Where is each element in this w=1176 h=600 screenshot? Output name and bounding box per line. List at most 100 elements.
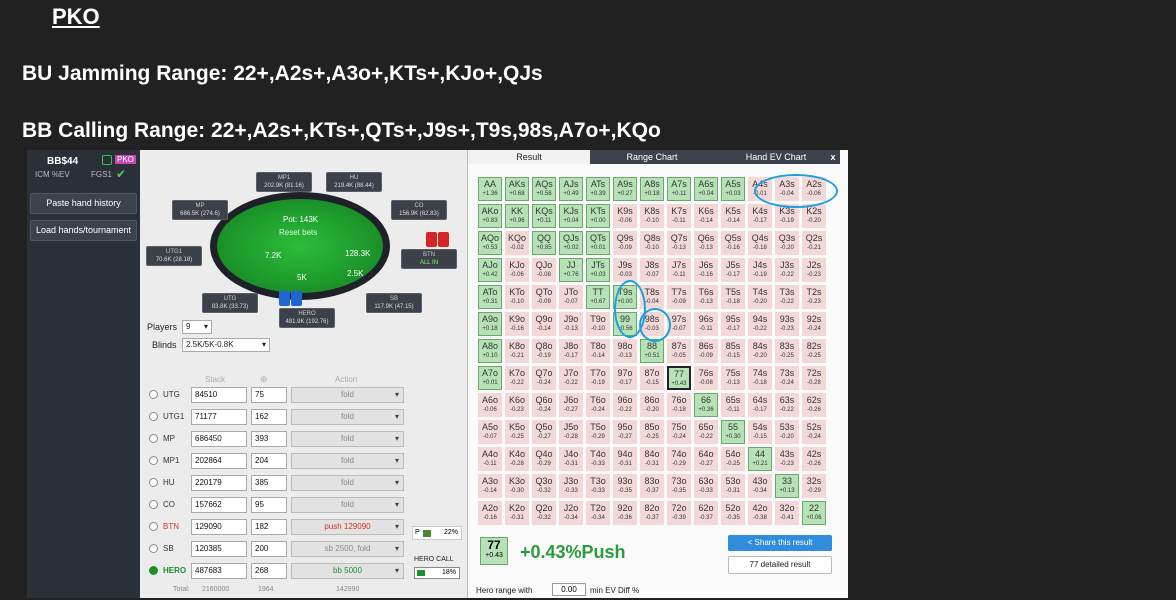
hand-cell[interactable]: A4o -0.11 bbox=[478, 447, 502, 471]
hand-cell[interactable]: 72s -0.28 bbox=[802, 366, 826, 390]
hand-cell[interactable]: 87s -0.05 bbox=[667, 339, 691, 363]
hand-cell[interactable]: AJs +0.49 bbox=[559, 177, 583, 201]
hand-cell[interactable]: AJo +0.42 bbox=[478, 258, 502, 282]
seat-utg[interactable]: UTG 83.8K (33.73) bbox=[202, 293, 258, 313]
hand-cell[interactable]: T4o -0.33 bbox=[586, 447, 610, 471]
hand-cell[interactable]: JTs +0.03 bbox=[586, 258, 610, 282]
hand-cell[interactable]: 93o -0.35 bbox=[613, 474, 637, 498]
hand-cell[interactable]: A5s +0.03 bbox=[721, 177, 745, 201]
hand-cell[interactable]: 53o -0.31 bbox=[721, 474, 745, 498]
hand-cell[interactable]: 53s -0.20 bbox=[775, 420, 799, 444]
position-radio[interactable] bbox=[149, 478, 158, 487]
hand-cell[interactable]: Q5s -0.16 bbox=[721, 231, 745, 255]
hand-cell[interactable]: 42s -0.26 bbox=[802, 447, 826, 471]
hand-cell[interactable]: J2o -0.34 bbox=[559, 501, 583, 525]
hand-cell[interactable]: 62o -0.37 bbox=[694, 501, 718, 525]
hand-cell[interactable]: K9o -0.16 bbox=[505, 312, 529, 336]
hand-cell[interactable]: JJ +0.76 bbox=[559, 258, 583, 282]
hand-cell[interactable]: K7s -0.11 bbox=[667, 204, 691, 228]
hand-cell[interactable]: K6o -0.23 bbox=[505, 393, 529, 417]
hand-cell[interactable]: 84s -0.20 bbox=[748, 339, 772, 363]
hand-cell[interactable]: 43o -0.34 bbox=[748, 474, 772, 498]
hand-cell[interactable]: 33 +0.13 bbox=[775, 474, 799, 498]
hand-cell[interactable]: K4o -0.28 bbox=[505, 447, 529, 471]
position-stack-input[interactable]: 120385 bbox=[191, 541, 247, 557]
hand-cell[interactable]: Q2o -0.32 bbox=[532, 501, 556, 525]
hand-cell[interactable]: 64s -0.17 bbox=[748, 393, 772, 417]
hand-cell[interactable]: KQs +0.11 bbox=[532, 204, 556, 228]
hand-cell[interactable]: J8s -0.07 bbox=[640, 258, 664, 282]
hand-cell[interactable]: K8s -0.10 bbox=[640, 204, 664, 228]
hand-cell[interactable]: Q7s -0.13 bbox=[667, 231, 691, 255]
hand-cell[interactable]: JTo -0.07 bbox=[559, 285, 583, 309]
hand-cell[interactable]: Q3s -0.20 bbox=[775, 231, 799, 255]
hand-cell[interactable]: A8o +0.10 bbox=[478, 339, 502, 363]
seat-hero[interactable]: HERO 481.9K (192.76) bbox=[279, 308, 335, 328]
hand-cell[interactable]: Q8s -0.10 bbox=[640, 231, 664, 255]
min-ev-input[interactable]: 0.00 bbox=[552, 583, 586, 596]
hand-cell[interactable]: KJo -0.06 bbox=[505, 258, 529, 282]
hand-cell[interactable]: 85o -0.25 bbox=[640, 420, 664, 444]
hand-cell[interactable]: J7o -0.22 bbox=[559, 366, 583, 390]
position-action-select[interactable]: push 129090 bbox=[291, 519, 404, 535]
hand-cell[interactable]: 63s -0.22 bbox=[775, 393, 799, 417]
position-bb-input[interactable]: 75 bbox=[251, 387, 287, 403]
hand-cell[interactable]: Q4s -0.18 bbox=[748, 231, 772, 255]
hand-cell[interactable]: J7s -0.11 bbox=[667, 258, 691, 282]
hand-cell[interactable]: 66 +0.36 bbox=[694, 393, 718, 417]
hand-cell[interactable]: A7s +0.11 bbox=[667, 177, 691, 201]
seat-mp[interactable]: MP 686.5K (274.6) bbox=[172, 200, 228, 220]
hand-cell[interactable]: 92o -0.36 bbox=[613, 501, 637, 525]
hand-cell[interactable]: 87o -0.15 bbox=[640, 366, 664, 390]
hand-cell[interactable]: A8s +0.18 bbox=[640, 177, 664, 201]
hand-cell[interactable]: 83o -0.37 bbox=[640, 474, 664, 498]
position-bb-input[interactable]: 268 bbox=[251, 563, 287, 579]
hand-cell[interactable]: 73s -0.24 bbox=[775, 366, 799, 390]
hand-cell[interactable]: A9s +0.27 bbox=[613, 177, 637, 201]
hand-cell[interactable]: 97o -0.17 bbox=[613, 366, 637, 390]
hand-cell[interactable]: A3o -0.14 bbox=[478, 474, 502, 498]
position-stack-input[interactable]: 220179 bbox=[191, 475, 247, 491]
position-radio[interactable] bbox=[149, 412, 158, 421]
hand-cell[interactable]: J5o -0.28 bbox=[559, 420, 583, 444]
position-action-select[interactable]: sb 2500, fold bbox=[291, 541, 404, 557]
hand-cell[interactable]: J2s -0.23 bbox=[802, 258, 826, 282]
hand-cell[interactable]: ATs +0.39 bbox=[586, 177, 610, 201]
position-radio[interactable] bbox=[149, 390, 158, 399]
hand-cell[interactable]: QJs +0.02 bbox=[559, 231, 583, 255]
reset-bets-link[interactable]: Reset bets bbox=[279, 228, 317, 237]
hand-cell[interactable]: 85s -0.15 bbox=[721, 339, 745, 363]
hand-cell[interactable]: Q5o -0.27 bbox=[532, 420, 556, 444]
hand-cell[interactable]: 75o -0.24 bbox=[667, 420, 691, 444]
hand-cell[interactable]: K5o -0.25 bbox=[505, 420, 529, 444]
hand-cell[interactable]: Q9s -0.09 bbox=[613, 231, 637, 255]
hand-cell[interactable]: AA +1.36 bbox=[478, 177, 502, 201]
hand-cell[interactable]: T3s -0.22 bbox=[775, 285, 799, 309]
position-stack-input[interactable]: 71177 bbox=[191, 409, 247, 425]
hand-cell[interactable]: 43s -0.23 bbox=[775, 447, 799, 471]
hand-cell[interactable]: T3o -0.33 bbox=[586, 474, 610, 498]
hand-cell[interactable]: T6s -0.13 bbox=[694, 285, 718, 309]
seat-mp1[interactable]: MP1 202.9K (81.16) bbox=[256, 172, 312, 192]
players-select[interactable]: 9 bbox=[182, 320, 212, 334]
hand-cell[interactable]: 65o -0.22 bbox=[694, 420, 718, 444]
hand-cell[interactable]: T8o -0.14 bbox=[586, 339, 610, 363]
hand-cell[interactable]: T2o -0.34 bbox=[586, 501, 610, 525]
hand-cell[interactable]: A6o -0.06 bbox=[478, 393, 502, 417]
position-stack-input[interactable]: 487683 bbox=[191, 563, 247, 579]
hand-cell[interactable]: K9s -0.06 bbox=[613, 204, 637, 228]
hand-cell[interactable]: T2s -0.23 bbox=[802, 285, 826, 309]
hand-cell[interactable]: Q8o -0.19 bbox=[532, 339, 556, 363]
blinds-select[interactable]: 2.5K/5K-0.8K bbox=[182, 338, 270, 352]
position-radio[interactable] bbox=[149, 500, 158, 509]
hand-cell[interactable]: 52s -0.24 bbox=[802, 420, 826, 444]
position-stack-input[interactable]: 157662 bbox=[191, 497, 247, 513]
paste-hand-history-button[interactable]: Paste hand history bbox=[30, 193, 137, 214]
hand-cell[interactable]: A7o +0.01 bbox=[478, 366, 502, 390]
hand-cell[interactable]: T9o -0.10 bbox=[586, 312, 610, 336]
hand-cell[interactable]: T7o -0.19 bbox=[586, 366, 610, 390]
hand-cell[interactable]: 98o -0.13 bbox=[613, 339, 637, 363]
hand-cell[interactable]: 94s -0.22 bbox=[748, 312, 772, 336]
hand-cell[interactable]: KJs +0.04 bbox=[559, 204, 583, 228]
hand-cell[interactable]: KQo -0.02 bbox=[505, 231, 529, 255]
